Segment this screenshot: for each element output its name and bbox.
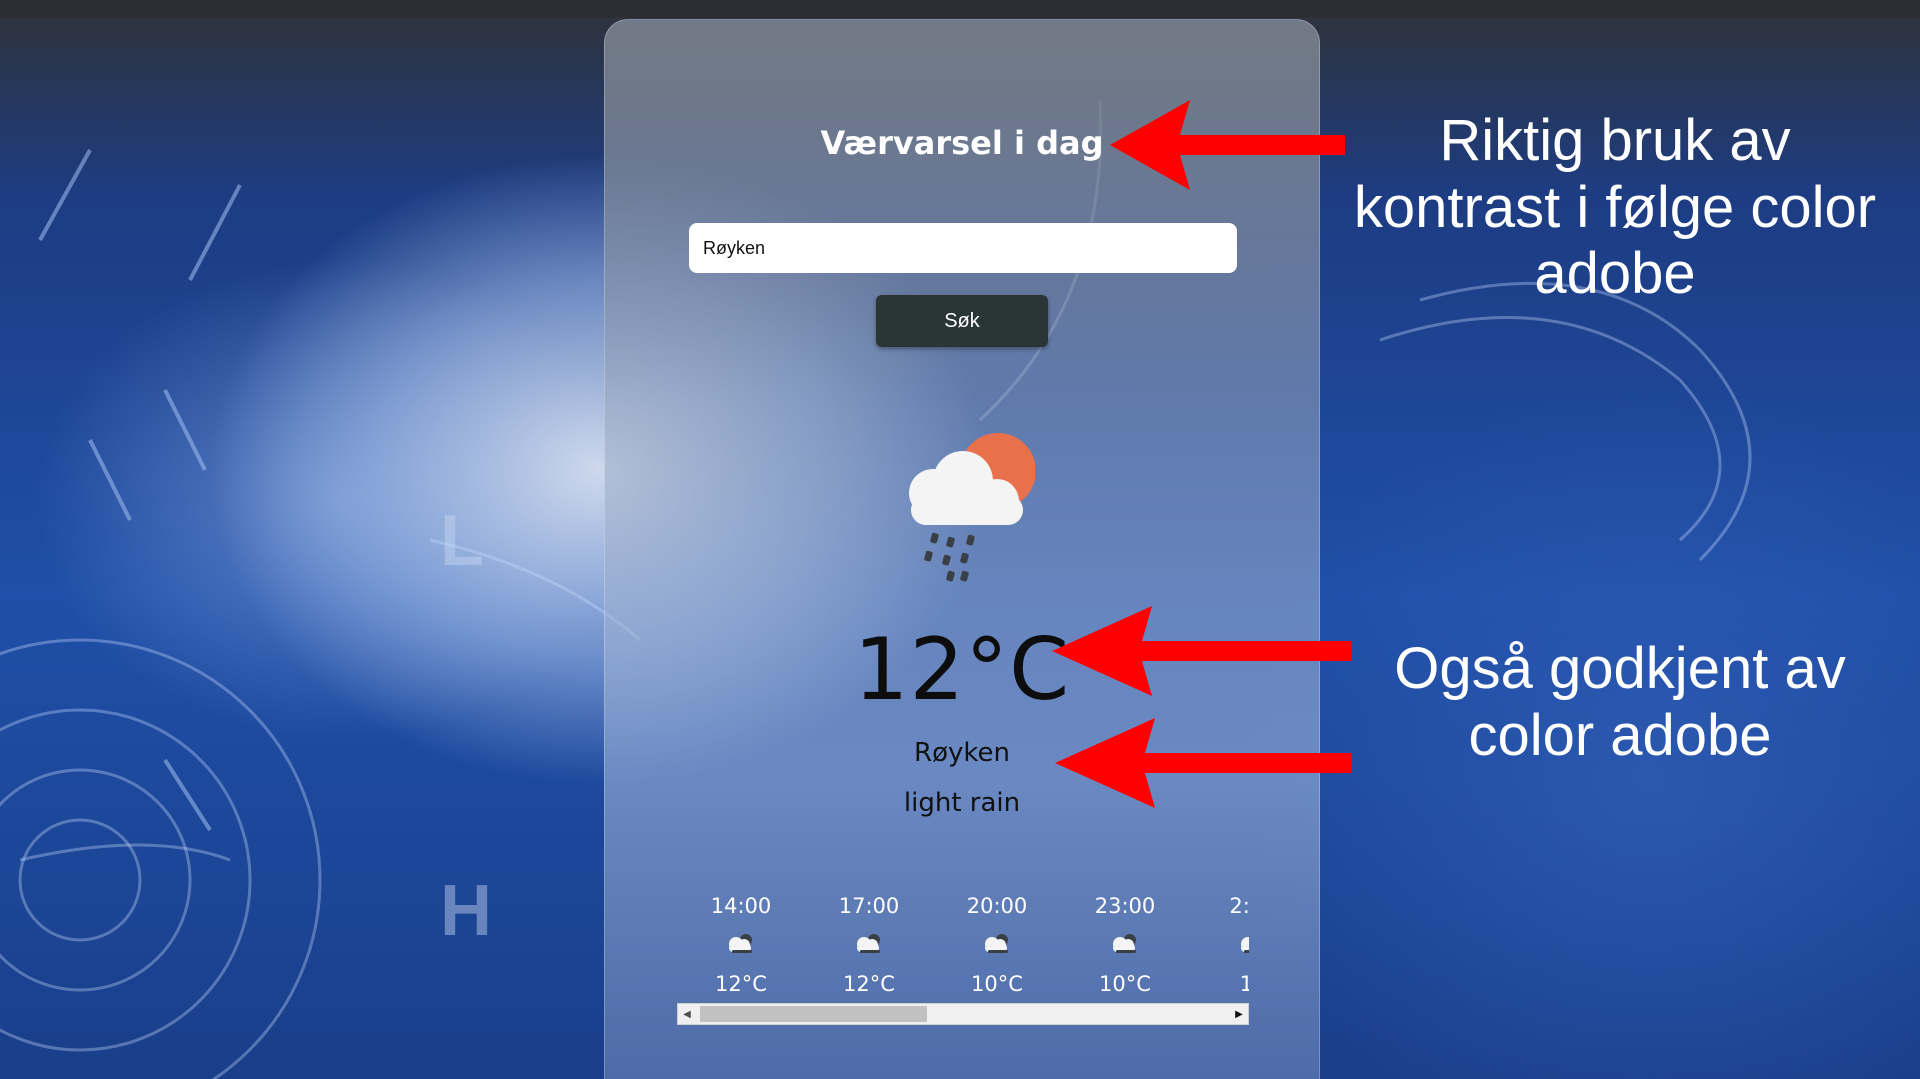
search-button[interactable]: Søk (876, 295, 1048, 347)
cloud-icon (677, 922, 805, 964)
forecast-time: 2:00 (1229, 894, 1249, 918)
annotation-line: Riktig bruk av (1439, 108, 1791, 173)
forecast-item: 2:00 10 (1189, 890, 1249, 1000)
arrow-left-icon (1110, 100, 1345, 190)
forecast-track: 14:00 12°C 17:00 12°C 20:00 10°C 23:00 10°C 2:00… (677, 890, 1249, 1000)
forecast-item: 17:00 12°C (805, 890, 933, 1000)
annotation-line: adobe (1534, 241, 1696, 307)
svg-text:L: L (440, 501, 484, 581)
cloud-icon (933, 922, 1061, 964)
forecast-temperature: 10°C (971, 972, 1023, 996)
forecast-scrollbar[interactable]: ◀ ▶ (677, 1003, 1249, 1025)
forecast-item: 23:00 10°C (1061, 890, 1189, 1000)
forecast-temperature: 12°C (843, 972, 895, 996)
scroll-right-arrow-icon[interactable]: ▶ (1230, 1004, 1248, 1024)
forecast-temperature: 10 (1189, 968, 1249, 1000)
forecast-item: 20:00 10°C (933, 890, 1061, 1000)
cloud-sun-rain-icon (909, 433, 1035, 582)
svg-text:H: H (440, 871, 492, 951)
annotation-contrast-note: Riktig bruk av kontrast i følge color ad… (1330, 108, 1900, 308)
hourly-forecast[interactable]: 14:00 12°C 17:00 12°C 20:00 10°C 23:00 10°C 2:00… (677, 890, 1249, 1002)
forecast-temperature: 12°C (715, 972, 767, 996)
cloud-icon (1189, 922, 1249, 964)
cloud-icon (1061, 922, 1189, 964)
forecast-item: 14:00 12°C (677, 890, 805, 1000)
cloud-icon (805, 922, 933, 964)
forecast-time: 20:00 (966, 894, 1028, 918)
forecast-time: 17:00 (838, 894, 900, 918)
annotation-line: Også godkjent av (1394, 636, 1846, 701)
scroll-left-arrow-icon[interactable]: ◀ (678, 1004, 696, 1024)
forecast-temperature: 10°C (1099, 972, 1151, 996)
forecast-time: 14:00 (710, 894, 772, 918)
scrollbar-thumb[interactable] (700, 1006, 927, 1022)
city-search-input[interactable] (689, 223, 1237, 273)
annotation-line: color adobe (1468, 702, 1772, 768)
annotation-approved-note: Også godkjent av color adobe (1340, 636, 1900, 769)
arrow-left-icon (1055, 718, 1352, 808)
annotation-line: kontrast i følge color (1353, 174, 1877, 240)
arrow-left-icon (1052, 606, 1352, 696)
forecast-time: 23:00 (1094, 894, 1156, 918)
